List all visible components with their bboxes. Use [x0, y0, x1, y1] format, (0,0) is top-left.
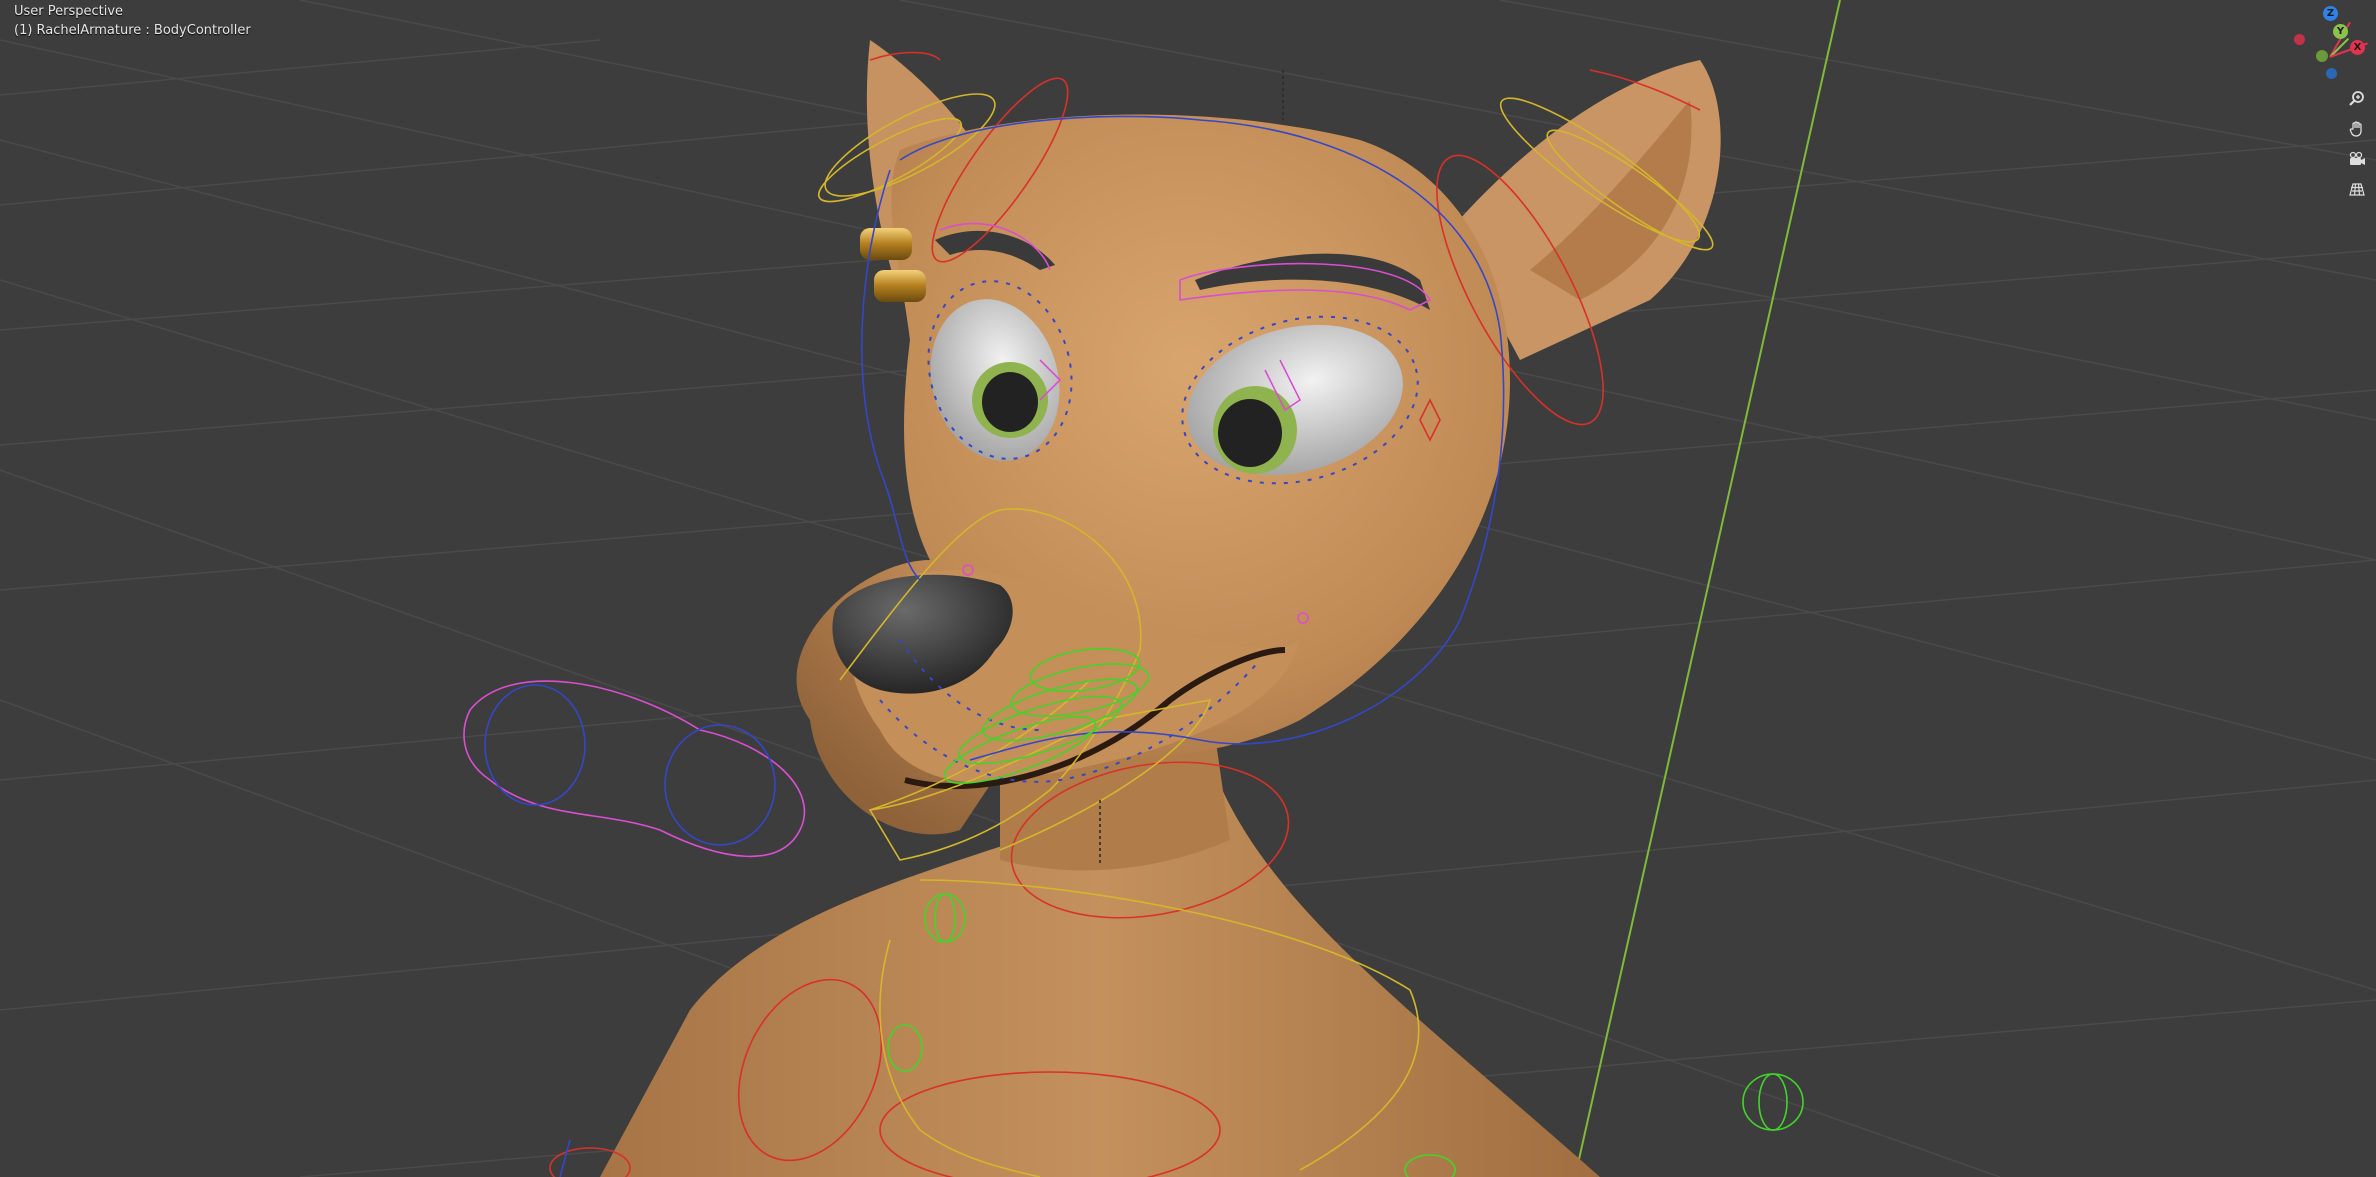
camera-view-icon[interactable]	[2344, 146, 2370, 172]
3d-viewport[interactable]: User Perspective (1) RachelArmature : Bo…	[0, 0, 2376, 1177]
navigation-gizmo[interactable]: Z Y X	[2288, 6, 2372, 86]
zoom-icon[interactable]	[2344, 86, 2370, 112]
gizmo-neg-y-axis[interactable]	[2316, 50, 2328, 62]
gizmo-neg-x-axis[interactable]	[2294, 34, 2305, 45]
grid-view-icon[interactable]	[2344, 176, 2370, 202]
gizmo-y-axis[interactable]: Y	[2333, 24, 2348, 39]
pan-hand-icon[interactable]	[2344, 116, 2370, 142]
gizmo-neg-z-axis[interactable]	[2326, 68, 2337, 79]
scene-canvas[interactable]	[0, 0, 2376, 1177]
gizmo-z-axis[interactable]: Z	[2323, 6, 2338, 21]
view-perspective-label: User Perspective	[14, 4, 124, 19]
active-object-label: (1) RachelArmature : BodyController	[14, 23, 251, 38]
character-mesh[interactable]	[600, 40, 1721, 1177]
gizmo-x-axis[interactable]: X	[2350, 40, 2365, 55]
